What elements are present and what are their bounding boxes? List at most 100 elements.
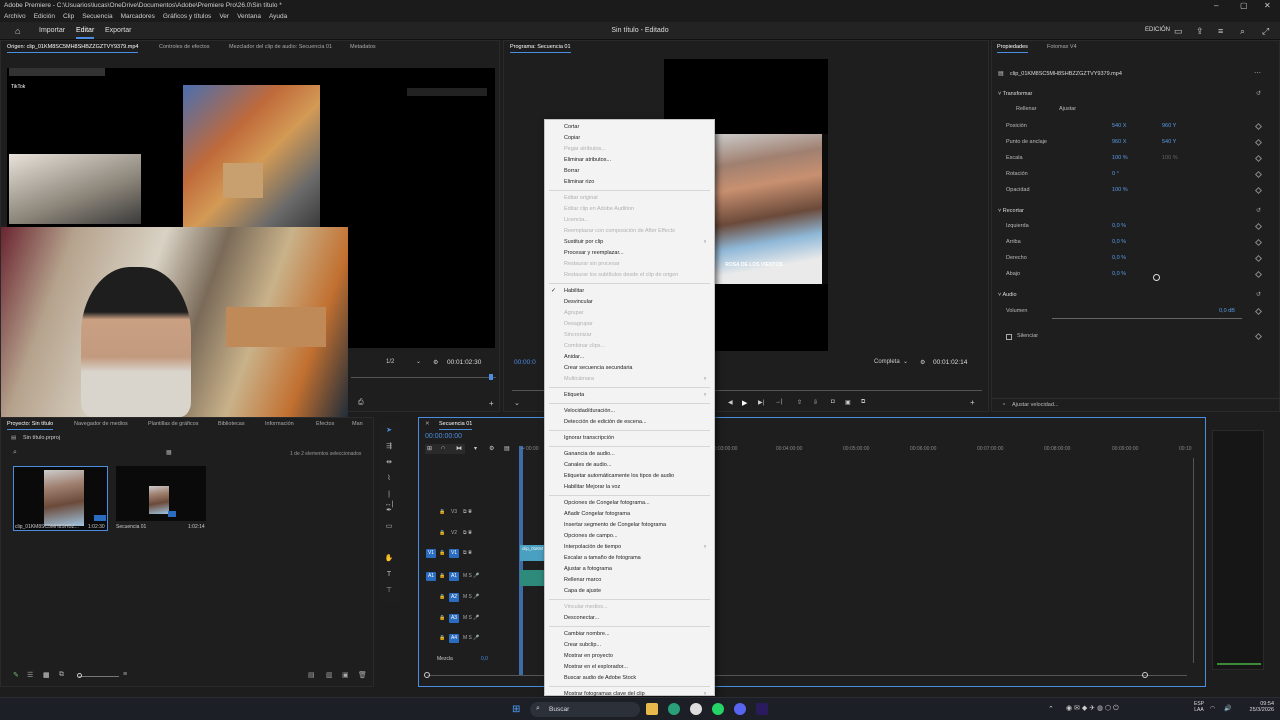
context-menu-item[interactable]: Escalar a tamaño de fotograma	[564, 553, 641, 563]
pen-tool-icon[interactable]: ✒	[384, 506, 394, 516]
context-menu-item[interactable]: Insertar segmento de Congelar fotograma	[564, 520, 666, 530]
crop-top-value[interactable]: 0,0 %	[1112, 239, 1126, 245]
opacity-value[interactable]: 100 %	[1112, 187, 1128, 193]
program-add-icon[interactable]: +	[970, 398, 975, 407]
mix-value[interactable]: 0,0	[481, 656, 488, 662]
nest-icon[interactable]: ⊞	[427, 445, 432, 452]
automate-icon[interactable]: ▤	[308, 671, 315, 679]
context-menu-item[interactable]: Eliminar atributos...	[564, 155, 611, 165]
audio-section[interactable]: ˅ Audio	[998, 292, 1017, 298]
tab-source[interactable]: Origen: clip_01KM8SC5MH8SHBZZGZTVY9379.m…	[7, 44, 139, 53]
tab-media-browser[interactable]: Navegador de medios	[74, 421, 128, 427]
track-label-a1[interactable]: A1	[449, 572, 459, 581]
menu-icon[interactable]: ≡	[1218, 26, 1223, 36]
add-icon[interactable]: +	[489, 399, 494, 408]
timeline-zoom-bar[interactable]	[427, 675, 1187, 676]
program-fit[interactable]: Completa	[874, 359, 900, 365]
context-menu-item[interactable]: Eliminar rizo	[564, 177, 594, 187]
edge-icon[interactable]	[668, 703, 680, 715]
context-menu-item[interactable]: Ajustar a fotograma	[564, 564, 612, 574]
tab-metadata[interactable]: Metadatos	[350, 44, 376, 50]
lift-icon[interactable]: ⇧	[797, 399, 802, 406]
tab-info[interactable]: Información	[265, 421, 294, 427]
reset-transform-icon[interactable]: ↺	[1256, 90, 1261, 97]
new-folder-icon[interactable]: ▥	[326, 671, 333, 679]
crop-right-value[interactable]: 0,0 %	[1112, 255, 1126, 261]
context-menu-item[interactable]: Rellenar marco	[564, 575, 601, 585]
captions-icon[interactable]: ▤	[504, 445, 510, 452]
tab-sequence[interactable]: Secuencia 01	[439, 421, 473, 430]
hand-tool-icon[interactable]: ✋	[384, 554, 394, 564]
marker-icon[interactable]: ⌄	[514, 399, 520, 407]
discord-icon[interactable]	[734, 703, 746, 715]
source-playhead[interactable]	[489, 374, 493, 380]
lock-icon[interactable]: 🔒	[439, 550, 445, 556]
timeline-playhead[interactable]	[519, 446, 523, 676]
trash-icon[interactable]: 🗑	[358, 671, 367, 679]
context-menu-item[interactable]: Opciones de campo...	[564, 531, 618, 541]
timeline-close-icon[interactable]: ✕	[425, 421, 430, 427]
input-language[interactable]: ESP LAA	[1194, 701, 1204, 713]
menu-ver[interactable]: Ver	[219, 13, 229, 22]
context-menu-item[interactable]: Interpolación de tiempo	[564, 542, 621, 552]
wrench-icon[interactable]: ⚙	[489, 445, 494, 452]
lock-icon[interactable]: 🔒	[439, 530, 445, 536]
menu-edici-n[interactable]: Edición	[34, 13, 55, 22]
export-frame-icon[interactable]: ⎙	[358, 399, 364, 407]
track-label-a2[interactable]: A2	[449, 593, 459, 602]
linked-icon[interactable]: ⧓	[456, 445, 462, 452]
pencil-icon[interactable]: ✎	[13, 671, 19, 679]
tray-chevron-icon[interactable]: ⌃	[1048, 705, 1054, 713]
track-label-v2[interactable]: V2	[449, 529, 459, 538]
track-visibility-icon[interactable]: ⧉ ◉	[463, 509, 472, 515]
menu-secuencia[interactable]: Secuencia	[82, 13, 112, 22]
ripple-edit-icon[interactable]: ⇹	[384, 458, 394, 468]
context-menu-item[interactable]: Opciones de Congelar fotograma...	[564, 498, 650, 508]
tab-project[interactable]: Proyecto: Sin título	[7, 421, 54, 430]
play-icon[interactable]: ▶	[742, 399, 747, 407]
context-menu-item[interactable]: Sustituir por clip	[564, 237, 603, 247]
zoom-slider[interactable]	[79, 676, 119, 677]
rectangle-tool-icon[interactable]: ▭	[384, 522, 394, 532]
audio-clip[interactable]	[520, 570, 546, 586]
marker-add-icon[interactable]: ▾	[474, 445, 477, 452]
context-menu-item[interactable]: Mostrar en el explorador...	[564, 662, 628, 672]
sort-icon[interactable]: ≡	[123, 671, 127, 678]
track-label-v1[interactable]: V1	[449, 549, 459, 558]
track-visibility-icon[interactable]: ⧉ ◉	[463, 530, 472, 536]
menu-archivo[interactable]: Archivo	[4, 13, 26, 22]
lock-icon[interactable]: 🔒	[439, 594, 445, 600]
taskbar-search[interactable]: ⌕ Buscar	[530, 702, 640, 717]
menu-marcadores[interactable]: Marcadores	[121, 13, 155, 22]
list-view-icon[interactable]: ☰	[27, 671, 33, 679]
zoom-end-handle[interactable]	[1142, 672, 1148, 678]
type-tool-icon[interactable]: T	[384, 570, 394, 580]
reset-crop-icon[interactable]: ↺	[1256, 207, 1261, 214]
premiere-icon[interactable]	[756, 703, 768, 715]
tab-libraries[interactable]: Bibliotecas	[218, 421, 245, 427]
share-icon[interactable]: ⇪	[1196, 26, 1204, 37]
context-menu-item[interactable]: Anidar...	[564, 352, 584, 362]
tab-effects[interactable]: Efectos	[316, 421, 334, 427]
icon-view-icon[interactable]: ▦	[43, 671, 50, 679]
context-menu-item[interactable]: Borrar	[564, 166, 579, 176]
scale-value[interactable]: 100 %	[1112, 155, 1128, 161]
tab-audio-mixer[interactable]: Mezclador del clip de audio: Secuencia 0…	[229, 44, 332, 50]
context-menu-item[interactable]: Habilitar Mejorar la voz	[564, 482, 620, 492]
menu-clip[interactable]: Clip	[63, 13, 74, 22]
context-menu-item[interactable]: Mostrar en proyecto	[564, 651, 613, 661]
adjust-speed-button[interactable]: Ajustar velocidad...	[1012, 402, 1058, 408]
volume-slider-handle[interactable]	[1152, 274, 1160, 281]
selection-tool-icon[interactable]: ➤	[384, 426, 394, 436]
lock-icon[interactable]: 🔒	[439, 615, 445, 621]
context-menu-item[interactable]: Etiqueta	[564, 390, 584, 400]
context-menu-item[interactable]: Cambiar nombre...	[564, 629, 610, 639]
fill-option[interactable]: Rellenar	[1016, 106, 1036, 112]
anchor-y[interactable]: 540 Y	[1162, 139, 1176, 145]
more-icon[interactable]: ⋯	[1254, 69, 1261, 77]
track-mute-solo-icon[interactable]: M S 🎤	[463, 615, 480, 621]
wrench-icon[interactable]: ⚙	[433, 359, 438, 366]
crop-bottom-value[interactable]: 0,0 %	[1112, 271, 1126, 277]
tab-effect-controls[interactable]: Controles de efectos	[159, 44, 209, 50]
new-item-icon[interactable]: ▣	[342, 671, 349, 679]
